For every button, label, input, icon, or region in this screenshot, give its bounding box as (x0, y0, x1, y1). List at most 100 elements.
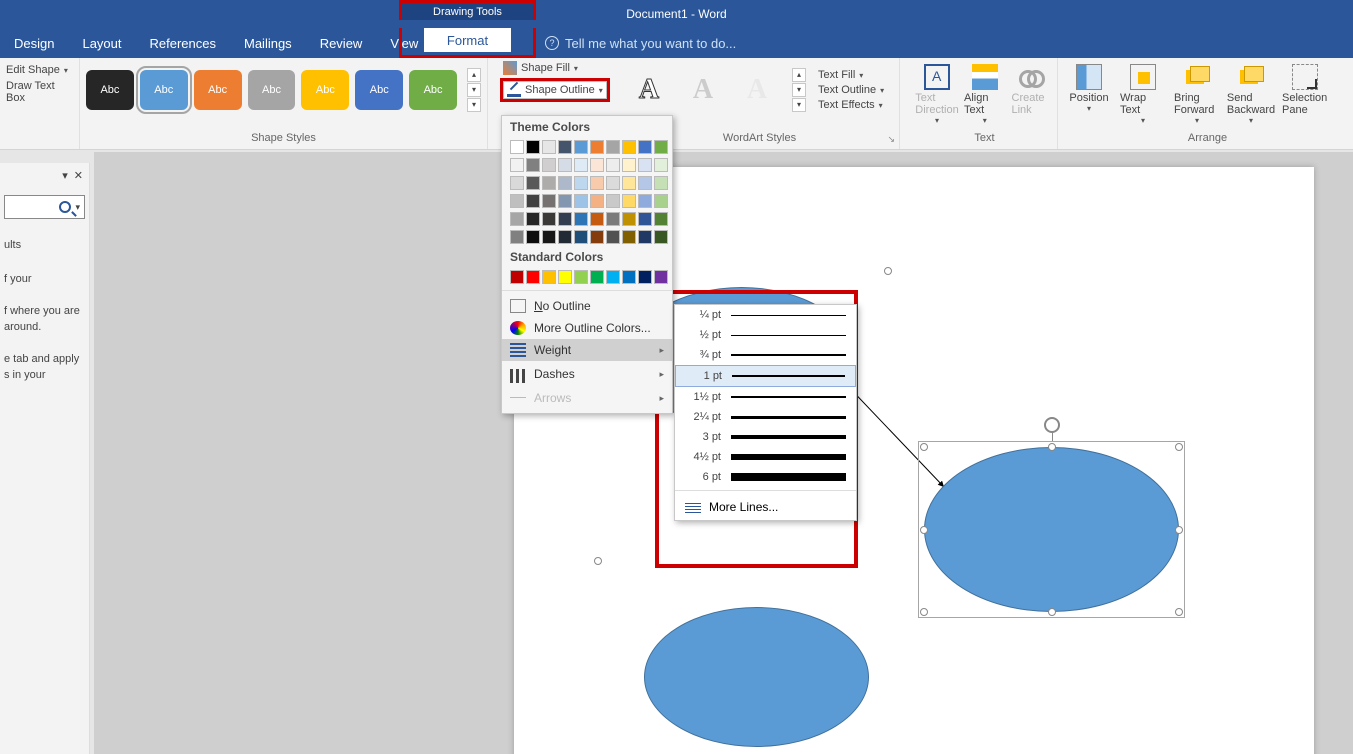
color-swatch[interactable] (510, 230, 524, 244)
resize-handle-br[interactable] (1175, 608, 1183, 616)
resize-handle-t[interactable] (1048, 443, 1056, 451)
color-swatch[interactable] (638, 230, 652, 244)
wordart-more-button[interactable]: ▾ (792, 98, 806, 112)
navigation-search-input[interactable]: ▾ (4, 195, 85, 219)
color-swatch[interactable] (510, 212, 524, 226)
weight-option[interactable]: ¼ pt (675, 305, 856, 325)
color-swatch[interactable] (510, 158, 524, 172)
color-swatch[interactable] (638, 270, 652, 284)
weight-option[interactable]: 1½ pt (675, 387, 856, 407)
resize-handle-l[interactable] (920, 526, 928, 534)
tell-me-search[interactable]: ? Tell me what you want to do... (545, 28, 736, 58)
send-backward-button[interactable]: Send Backward▾ (1226, 62, 1276, 127)
gallery-more-button[interactable]: ▾ (467, 98, 481, 112)
gallery-up-button[interactable]: ▴ (467, 68, 481, 82)
gallery-down-button[interactable]: ▾ (467, 83, 481, 97)
color-swatch[interactable] (590, 230, 604, 244)
wrap-text-button[interactable]: Wrap Text▾ (1118, 62, 1168, 127)
color-swatch[interactable] (654, 140, 668, 154)
shape-style-4[interactable]: Abc (248, 70, 296, 110)
color-swatch[interactable] (622, 194, 636, 208)
color-swatch[interactable] (558, 176, 572, 190)
color-swatch[interactable] (638, 212, 652, 226)
search-dropdown-caret[interactable]: ▾ (75, 202, 80, 213)
color-swatch[interactable] (574, 158, 588, 172)
color-swatch[interactable] (542, 140, 556, 154)
navpane-close-button[interactable]: ✕ (74, 169, 83, 182)
color-swatch[interactable] (654, 158, 668, 172)
color-swatch[interactable] (590, 176, 604, 190)
tab-design[interactable]: Design (0, 28, 68, 58)
color-swatch[interactable] (542, 194, 556, 208)
color-swatch[interactable] (526, 212, 540, 226)
color-swatch[interactable] (622, 230, 636, 244)
shape-style-3[interactable]: Abc (194, 70, 242, 110)
color-swatch[interactable] (654, 212, 668, 226)
resize-handle-tl[interactable] (920, 443, 928, 451)
color-swatch[interactable] (590, 212, 604, 226)
selected-oval-shape[interactable] (924, 447, 1179, 612)
color-swatch[interactable] (574, 212, 588, 226)
weight-option[interactable]: 1 pt (675, 365, 856, 387)
color-swatch[interactable] (622, 140, 636, 154)
color-swatch[interactable] (622, 270, 636, 284)
text-outline-button[interactable]: Text Outline▾ (818, 84, 884, 96)
position-button[interactable]: Position▾ (1064, 62, 1114, 127)
tab-review[interactable]: Review (306, 28, 377, 58)
color-swatch[interactable] (558, 140, 572, 154)
color-swatch[interactable] (654, 270, 668, 284)
text-effects-button[interactable]: Text Effects▾ (818, 99, 884, 111)
color-swatch[interactable] (622, 212, 636, 226)
color-swatch[interactable] (638, 176, 652, 190)
navpane-options-caret[interactable]: ▾ (62, 169, 68, 182)
no-outline-item[interactable]: No Outline (502, 295, 672, 317)
resize-handle-b[interactable] (1048, 608, 1056, 616)
weight-option[interactable]: 4½ pt (675, 447, 856, 467)
oval-shape-3[interactable] (644, 607, 869, 747)
color-swatch[interactable] (622, 176, 636, 190)
color-swatch[interactable] (574, 176, 588, 190)
color-swatch[interactable] (574, 230, 588, 244)
color-swatch[interactable] (526, 158, 540, 172)
color-swatch[interactable] (526, 194, 540, 208)
color-swatch[interactable] (558, 212, 572, 226)
oval-shape-2[interactable] (924, 447, 1179, 612)
shape-style-7[interactable]: Abc (409, 70, 457, 110)
selection-handle[interactable] (884, 267, 892, 275)
bring-forward-button[interactable]: Bring Forward▾ (1172, 62, 1222, 127)
contextual-tab-drawing-tools[interactable]: Drawing Tools (399, 0, 536, 20)
shape-style-2[interactable]: Abc (140, 70, 188, 110)
wordart-up-button[interactable]: ▴ (792, 68, 806, 82)
wordart-style-1[interactable]: A (626, 70, 672, 110)
color-swatch[interactable] (542, 212, 556, 226)
create-link-button[interactable]: Create Link (1010, 62, 1056, 127)
dashes-item[interactable]: Dashes▸ (502, 361, 672, 387)
wordart-down-button[interactable]: ▾ (792, 83, 806, 97)
color-swatch[interactable] (606, 270, 620, 284)
color-swatch[interactable] (558, 270, 572, 284)
color-swatch[interactable] (638, 140, 652, 154)
text-direction-button[interactable]: Text Direction▾ (914, 62, 960, 127)
align-text-button[interactable]: Align Text▾ (962, 62, 1008, 127)
text-fill-button[interactable]: Text Fill▾ (818, 69, 884, 81)
color-swatch[interactable] (526, 270, 540, 284)
weight-option[interactable]: ¾ pt (675, 345, 856, 365)
color-swatch[interactable] (590, 270, 604, 284)
resize-handle-r[interactable] (1175, 526, 1183, 534)
tab-mailings[interactable]: Mailings (230, 28, 306, 58)
color-swatch[interactable] (638, 158, 652, 172)
color-swatch[interactable] (606, 212, 620, 226)
resize-handle-bl[interactable] (920, 608, 928, 616)
edit-shape-button[interactable]: Edit Shape▾ (6, 62, 73, 78)
draw-text-box-button[interactable]: Draw Text Box (6, 78, 73, 106)
wordart-style-3[interactable]: A (734, 70, 780, 110)
color-swatch[interactable] (590, 194, 604, 208)
color-swatch[interactable] (558, 194, 572, 208)
tab-format[interactable]: Format (424, 28, 511, 52)
weight-option[interactable]: ½ pt (675, 325, 856, 345)
color-swatch[interactable] (606, 230, 620, 244)
wordart-dialog-launcher-icon[interactable]: ↘ (887, 134, 895, 145)
wordart-style-2[interactable]: A (680, 70, 726, 110)
color-swatch[interactable] (526, 140, 540, 154)
color-swatch[interactable] (542, 270, 556, 284)
